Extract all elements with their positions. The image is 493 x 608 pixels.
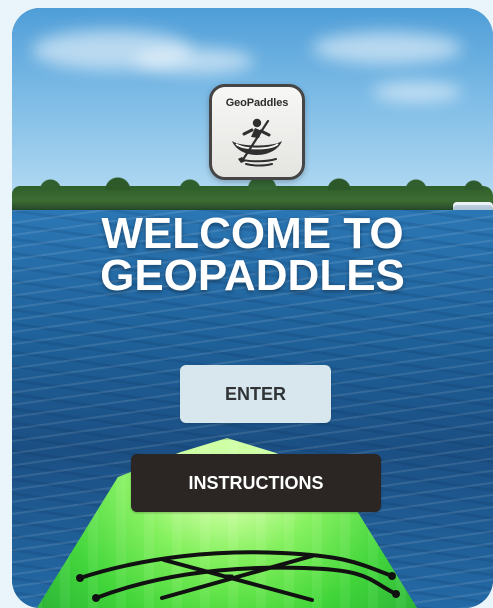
enter-button[interactable]: ENTER	[180, 365, 331, 423]
cloud	[312, 32, 462, 64]
welcome-line-2: GEOPADDLES	[100, 251, 405, 301]
cloud	[372, 82, 462, 102]
logo-text: GeoPaddles	[225, 97, 289, 109]
welcome-card: GeoPaddles WELCOME TO GEOPADDLES ENTER I…	[12, 8, 493, 608]
cloud	[134, 48, 254, 74]
treeline	[12, 176, 493, 210]
welcome-headline: WELCOME TO GEOPADDLES	[12, 209, 493, 301]
welcome-line-1: WELCOME TO	[101, 209, 404, 258]
instructions-button[interactable]: INSTRUCTIONS	[131, 454, 381, 512]
geopaddles-logo: GeoPaddles	[209, 84, 305, 180]
canoe-paddler-icon	[232, 118, 282, 167]
